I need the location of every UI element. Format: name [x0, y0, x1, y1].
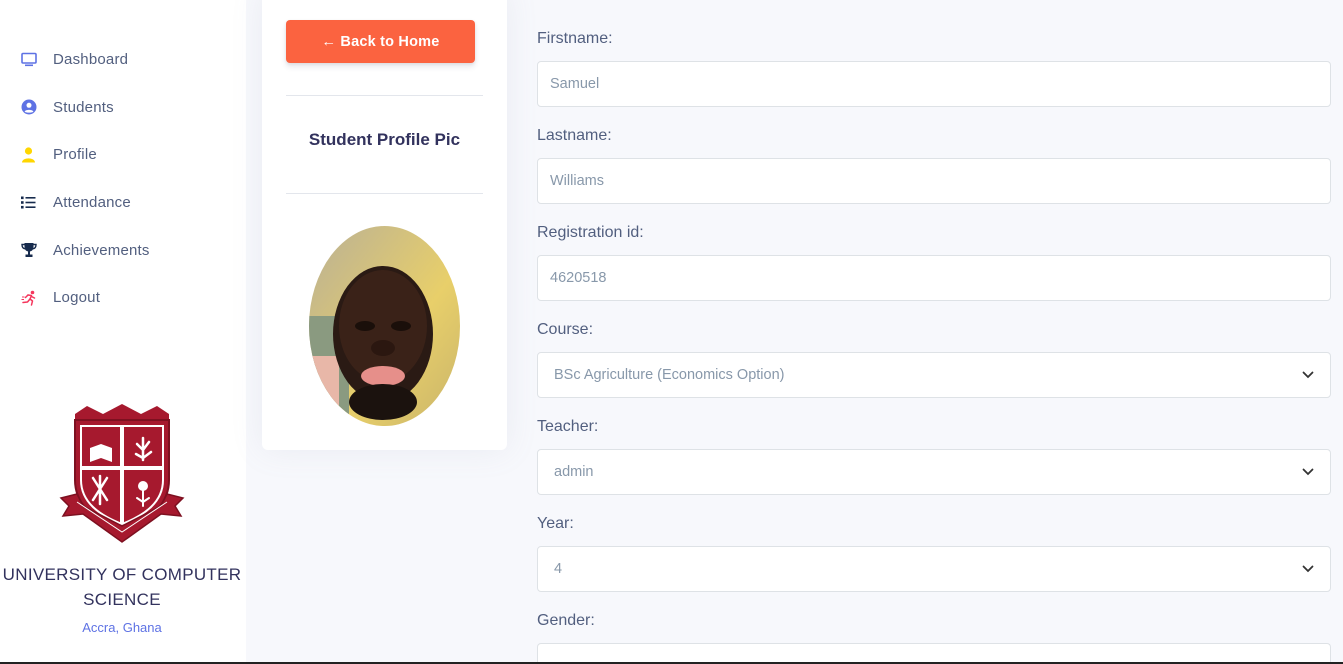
list-icon	[20, 194, 37, 211]
monitor-icon	[20, 51, 37, 68]
registration-id-label: Registration id:	[537, 224, 644, 241]
year-select[interactable]: 4	[537, 546, 1331, 592]
university-crest-logo	[57, 402, 187, 548]
course-select[interactable]: BSc Agriculture (Economics Option)	[537, 352, 1331, 398]
year-label: Year:	[537, 515, 574, 532]
university-location: Accra, Ghana	[82, 620, 162, 635]
trophy-icon	[20, 242, 37, 259]
teacher-select[interactable]: admin	[537, 449, 1331, 495]
student-profile-photo	[309, 226, 460, 426]
profile-pic-card: ← Back to Home Student Profile Pic	[262, 0, 507, 450]
running-icon	[20, 289, 37, 306]
chevron-down-icon	[1302, 369, 1314, 381]
year-select-value: 4	[554, 561, 563, 577]
sidebar-item-label: Attendance	[53, 194, 131, 212]
divider	[286, 95, 483, 96]
lastname-label: Lastname:	[537, 127, 612, 144]
sidebar-item-logout[interactable]: Logout	[0, 274, 246, 322]
sidebar-item-label: Achievements	[53, 241, 150, 259]
gender-select[interactable]	[537, 643, 1331, 662]
card-title: Student Profile Pic	[308, 130, 461, 149]
sidebar-item-students[interactable]: Students	[0, 84, 246, 132]
chevron-down-icon	[1302, 466, 1314, 478]
sidebar-nav: Dashboard Students Profile Attendance Ac…	[0, 36, 246, 322]
sidebar-item-label: Students	[53, 98, 114, 116]
back-to-home-button[interactable]: ← Back to Home	[286, 20, 475, 63]
university-name: UNIVERSITY OF COMPUTER SCIENCE	[2, 565, 242, 609]
firstname-label: Firstname:	[537, 30, 613, 47]
sidebar-item-dashboard[interactable]: Dashboard	[0, 36, 246, 84]
user-circle-icon	[20, 99, 37, 116]
sidebar-item-attendance[interactable]: Attendance	[0, 179, 246, 227]
chevron-down-icon	[1302, 563, 1314, 575]
gender-label: Gender:	[537, 612, 595, 629]
sidebar-item-label: Dashboard	[53, 51, 129, 69]
sidebar-item-profile[interactable]: Profile	[0, 131, 246, 179]
course-select-value: BSc Agriculture (Economics Option)	[554, 367, 785, 383]
divider	[286, 193, 483, 194]
sidebar-item-label: Logout	[53, 289, 101, 307]
sidebar: Dashboard Students Profile Attendance Ac…	[0, 0, 246, 662]
lastname-field[interactable]: Williams	[537, 158, 1331, 204]
sidebar-item-achievements[interactable]: Achievements	[0, 226, 246, 274]
registration-id-field[interactable]: 4620518	[537, 255, 1331, 301]
course-label: Course:	[537, 321, 594, 338]
user-icon	[20, 146, 37, 163]
firstname-field[interactable]: Samuel	[537, 61, 1331, 107]
teacher-select-value: admin	[554, 464, 594, 480]
sidebar-item-label: Profile	[53, 146, 97, 164]
teacher-label: Teacher:	[537, 418, 599, 435]
